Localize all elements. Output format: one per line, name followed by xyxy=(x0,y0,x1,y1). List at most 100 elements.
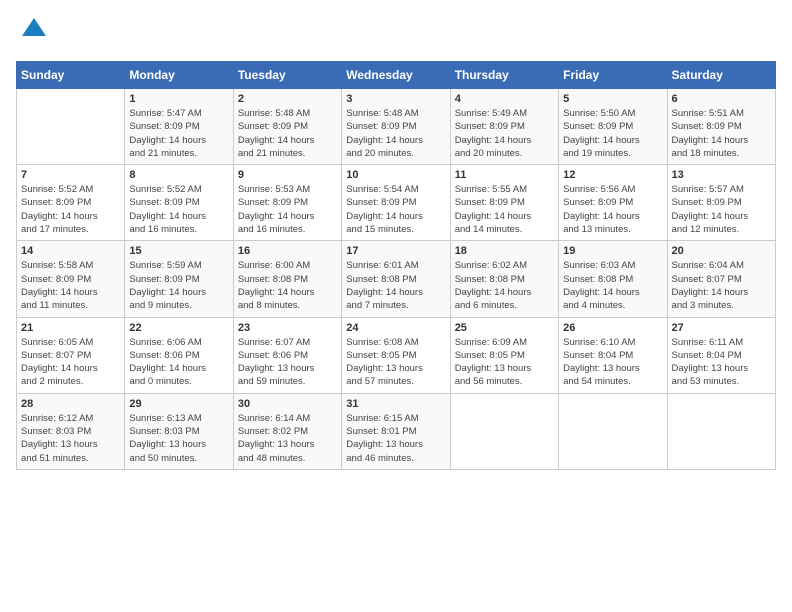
day-info: Sunrise: 6:00 AM Sunset: 8:08 PM Dayligh… xyxy=(238,259,337,312)
calendar-cell: 7 Sunrise: 5:52 AM Sunset: 8:09 PM Daylig… xyxy=(17,165,125,241)
weekday-header-friday: Friday xyxy=(559,62,667,89)
calendar-cell: 26 Sunrise: 6:10 AM Sunset: 8:04 PM Dayli… xyxy=(559,317,667,393)
day-info: Sunrise: 6:05 AM Sunset: 8:07 PM Dayligh… xyxy=(21,336,120,389)
day-info: Sunrise: 5:47 AM Sunset: 8:09 PM Dayligh… xyxy=(129,107,228,160)
day-info: Sunrise: 6:14 AM Sunset: 8:02 PM Dayligh… xyxy=(238,412,337,465)
calendar-cell: 14Sunrise: 5:58 AM Sunset: 8:09 PM Dayli… xyxy=(17,241,125,317)
calendar-cell: 3 Sunrise: 5:48 AM Sunset: 8:09 PM Daylig… xyxy=(342,89,450,165)
day-info: Sunrise: 5:52 AM Sunset: 8:09 PM Dayligh… xyxy=(129,183,228,236)
day-info: Sunrise: 5:57 AM Sunset: 8:09 PM Dayligh… xyxy=(672,183,771,236)
day-info: Sunrise: 6:04 AM Sunset: 8:07 PM Dayligh… xyxy=(672,259,771,312)
day-number: 21 xyxy=(21,322,120,334)
day-number: 23 xyxy=(238,322,337,334)
day-number: 28 xyxy=(21,398,120,410)
calendar-cell xyxy=(17,89,125,165)
day-number: 16 xyxy=(238,245,337,257)
calendar-cell: 13 Sunrise: 5:57 AM Sunset: 8:09 PM Dayli… xyxy=(667,165,775,241)
day-number: 14 xyxy=(21,245,120,257)
day-number: 20 xyxy=(672,245,771,257)
logo xyxy=(16,16,48,49)
calendar-cell: 1 Sunrise: 5:47 AM Sunset: 8:09 PM Daylig… xyxy=(125,89,233,165)
day-number: 19 xyxy=(563,245,662,257)
calendar-cell xyxy=(667,393,775,469)
calendar-cell xyxy=(559,393,667,469)
calendar-cell: 22 Sunrise: 6:06 AM Sunset: 8:06 PM Dayli… xyxy=(125,317,233,393)
day-info: Sunrise: 5:48 AM Sunset: 8:09 PM Dayligh… xyxy=(346,107,445,160)
day-number: 4 xyxy=(455,93,554,105)
calendar-cell: 16 Sunrise: 6:00 AM Sunset: 8:08 PM Dayli… xyxy=(233,241,341,317)
calendar-cell: 25 Sunrise: 6:09 AM Sunset: 8:05 PM Dayli… xyxy=(450,317,558,393)
calendar-cell: 15 Sunrise: 5:59 AM Sunset: 8:09 PM Dayli… xyxy=(125,241,233,317)
calendar-cell: 27Sunrise: 6:11 AM Sunset: 8:04 PM Dayli… xyxy=(667,317,775,393)
day-number: 18 xyxy=(455,245,554,257)
weekday-header-sunday: Sunday xyxy=(17,62,125,89)
day-number: 6 xyxy=(672,93,771,105)
day-info: Sunrise: 6:06 AM Sunset: 8:06 PM Dayligh… xyxy=(129,336,228,389)
day-number: 13 xyxy=(672,169,771,181)
logo-icon xyxy=(20,16,48,49)
calendar-cell: 23 Sunrise: 6:07 AM Sunset: 8:06 PM Dayli… xyxy=(233,317,341,393)
weekday-header-wednesday: Wednesday xyxy=(342,62,450,89)
day-number: 8 xyxy=(129,169,228,181)
day-number: 22 xyxy=(129,322,228,334)
calendar-cell: 9 Sunrise: 5:53 AM Sunset: 8:09 PM Daylig… xyxy=(233,165,341,241)
day-number: 9 xyxy=(238,169,337,181)
calendar-cell: 17Sunrise: 6:01 AM Sunset: 8:08 PM Dayli… xyxy=(342,241,450,317)
header xyxy=(16,16,776,49)
calendar-cell: 6 Sunrise: 5:51 AM Sunset: 8:09 PM Daylig… xyxy=(667,89,775,165)
day-number: 7 xyxy=(21,169,120,181)
calendar-cell: 2Sunrise: 5:48 AM Sunset: 8:09 PM Daylig… xyxy=(233,89,341,165)
calendar-cell: 21 Sunrise: 6:05 AM Sunset: 8:07 PM Dayli… xyxy=(17,317,125,393)
day-info: Sunrise: 5:49 AM Sunset: 8:09 PM Dayligh… xyxy=(455,107,554,160)
day-info: Sunrise: 6:10 AM Sunset: 8:04 PM Dayligh… xyxy=(563,336,662,389)
day-number: 26 xyxy=(563,322,662,334)
day-number: 31 xyxy=(346,398,445,410)
calendar-cell: 31 Sunrise: 6:15 AM Sunset: 8:01 PM Dayli… xyxy=(342,393,450,469)
day-number: 3 xyxy=(346,93,445,105)
weekday-header-tuesday: Tuesday xyxy=(233,62,341,89)
calendar-cell: 19 Sunrise: 6:03 AM Sunset: 8:08 PM Dayli… xyxy=(559,241,667,317)
day-info: Sunrise: 6:02 AM Sunset: 8:08 PM Dayligh… xyxy=(455,259,554,312)
weekday-header-saturday: Saturday xyxy=(667,62,775,89)
calendar-cell: 8 Sunrise: 5:52 AM Sunset: 8:09 PM Daylig… xyxy=(125,165,233,241)
day-info: Sunrise: 6:13 AM Sunset: 8:03 PM Dayligh… xyxy=(129,412,228,465)
weekday-header-monday: Monday xyxy=(125,62,233,89)
calendar-cell: 20 Sunrise: 6:04 AM Sunset: 8:07 PM Dayli… xyxy=(667,241,775,317)
day-number: 30 xyxy=(238,398,337,410)
day-info: Sunrise: 6:15 AM Sunset: 8:01 PM Dayligh… xyxy=(346,412,445,465)
day-number: 17 xyxy=(346,245,445,257)
day-info: Sunrise: 5:51 AM Sunset: 8:09 PM Dayligh… xyxy=(672,107,771,160)
day-info: Sunrise: 5:54 AM Sunset: 8:09 PM Dayligh… xyxy=(346,183,445,236)
calendar-cell: 28 Sunrise: 6:12 AM Sunset: 8:03 PM Dayli… xyxy=(17,393,125,469)
calendar-cell: 10 Sunrise: 5:54 AM Sunset: 8:09 PM Dayli… xyxy=(342,165,450,241)
day-number: 10 xyxy=(346,169,445,181)
day-info: Sunrise: 5:53 AM Sunset: 8:09 PM Dayligh… xyxy=(238,183,337,236)
calendar-cell: 12 Sunrise: 5:56 AM Sunset: 8:09 PM Dayli… xyxy=(559,165,667,241)
day-info: Sunrise: 6:07 AM Sunset: 8:06 PM Dayligh… xyxy=(238,336,337,389)
day-number: 1 xyxy=(129,93,228,105)
day-info: Sunrise: 5:48 AM Sunset: 8:09 PM Dayligh… xyxy=(238,107,337,160)
day-info: Sunrise: 5:56 AM Sunset: 8:09 PM Dayligh… xyxy=(563,183,662,236)
day-info: Sunrise: 6:12 AM Sunset: 8:03 PM Dayligh… xyxy=(21,412,120,465)
day-number: 25 xyxy=(455,322,554,334)
day-number: 24 xyxy=(346,322,445,334)
calendar-cell: 4 Sunrise: 5:49 AM Sunset: 8:09 PM Daylig… xyxy=(450,89,558,165)
day-number: 12 xyxy=(563,169,662,181)
calendar-cell: 11Sunrise: 5:55 AM Sunset: 8:09 PM Dayli… xyxy=(450,165,558,241)
day-number: 15 xyxy=(129,245,228,257)
day-info: Sunrise: 6:09 AM Sunset: 8:05 PM Dayligh… xyxy=(455,336,554,389)
calendar-cell: 30 Sunrise: 6:14 AM Sunset: 8:02 PM Dayli… xyxy=(233,393,341,469)
day-number: 11 xyxy=(455,169,554,181)
calendar-cell: 29 Sunrise: 6:13 AM Sunset: 8:03 PM Dayli… xyxy=(125,393,233,469)
day-number: 27 xyxy=(672,322,771,334)
calendar-table: SundayMondayTuesdayWednesdayThursdayFrid… xyxy=(16,61,776,470)
calendar-cell xyxy=(450,393,558,469)
day-info: Sunrise: 6:08 AM Sunset: 8:05 PM Dayligh… xyxy=(346,336,445,389)
day-info: Sunrise: 6:03 AM Sunset: 8:08 PM Dayligh… xyxy=(563,259,662,312)
day-info: Sunrise: 5:50 AM Sunset: 8:09 PM Dayligh… xyxy=(563,107,662,160)
day-info: Sunrise: 5:59 AM Sunset: 8:09 PM Dayligh… xyxy=(129,259,228,312)
day-info: Sunrise: 5:52 AM Sunset: 8:09 PM Dayligh… xyxy=(21,183,120,236)
calendar-cell: 5Sunrise: 5:50 AM Sunset: 8:09 PM Daylig… xyxy=(559,89,667,165)
weekday-header-thursday: Thursday xyxy=(450,62,558,89)
day-number: 29 xyxy=(129,398,228,410)
